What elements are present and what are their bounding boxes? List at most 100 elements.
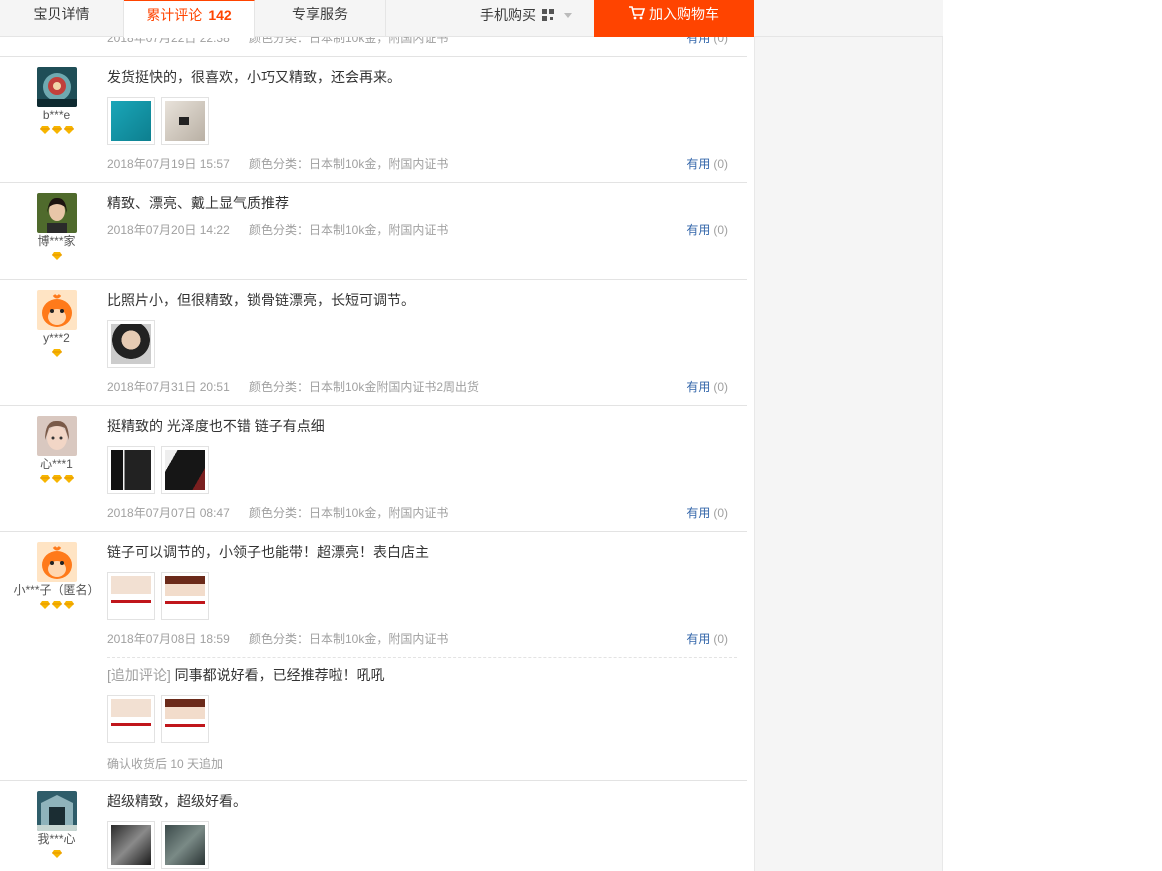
diamond-icon bbox=[39, 475, 50, 483]
tab-label: 宝贝详情 bbox=[33, 6, 90, 22]
review-meta: 2018年07月20日 14:22 颜色分类：日本制10k金，附国内证书 有用(… bbox=[107, 222, 737, 238]
review-sku: 颜色分类：日本制10k金，附国内证书 bbox=[249, 157, 449, 171]
user-name: 博***家 bbox=[37, 234, 76, 248]
review-count: 142 bbox=[208, 7, 232, 23]
cart-icon bbox=[629, 6, 645, 20]
diamond-icon bbox=[63, 601, 74, 609]
useful-count: (0) bbox=[713, 632, 728, 646]
review-user: y***2 bbox=[0, 290, 113, 359]
review-date: 2018年07月20日 14:22 bbox=[107, 223, 230, 237]
review-user: b***e bbox=[0, 67, 113, 136]
user-avatar[interactable] bbox=[36, 542, 77, 582]
add-to-cart-button[interactable]: 加入购物车 bbox=[594, 0, 754, 37]
diamond-icon bbox=[63, 475, 74, 483]
useful-button[interactable]: 有用 (0) bbox=[686, 505, 728, 521]
user-level-badge bbox=[0, 850, 113, 860]
review-sku: 颜色分类：日本制10k金附国内证书2周出货 bbox=[249, 380, 480, 394]
user-avatar[interactable] bbox=[36, 67, 77, 107]
tab-services[interactable]: 专享服务 bbox=[255, 0, 386, 37]
review-meta: 2018年07月31日 20:51 颜色分类：日本制10k金附国内证书2周出货 … bbox=[107, 379, 737, 395]
review-text: 挺精致的 光泽度也不错 链子有点细 bbox=[107, 418, 325, 434]
user-avatar[interactable] bbox=[36, 193, 77, 233]
append-review-text: [追加评论] 同事都说好看，已经推荐啦！吼吼 bbox=[107, 665, 737, 685]
diamond-icon bbox=[51, 349, 62, 357]
mobile-buy-button[interactable]: 手机购买 bbox=[480, 0, 572, 37]
user-avatar[interactable] bbox=[36, 290, 77, 330]
useful-button[interactable]: 有用 (0) bbox=[686, 631, 728, 647]
review-date: 2018年07月31日 20:51 bbox=[107, 380, 230, 394]
review-photo[interactable] bbox=[161, 821, 209, 869]
review-date: 2018年07月08日 18:59 bbox=[107, 632, 230, 646]
review-item: b***e 发货挺快的，很喜欢，小巧又精致，还会再来。 2018年07月19日 … bbox=[0, 57, 747, 183]
append-review-photos bbox=[107, 695, 737, 743]
detail-tab-bar: 宝贝详情 累计评论 142 专享服务 手机购买 加入购物车 bbox=[0, 0, 943, 38]
review-photo[interactable] bbox=[107, 97, 155, 145]
useful-label: 有用 bbox=[686, 506, 711, 520]
user-level-badge bbox=[0, 126, 113, 136]
review-photo[interactable] bbox=[107, 320, 155, 368]
useful-label: 有用 bbox=[686, 380, 711, 394]
tab-label: 专享服务 bbox=[292, 6, 348, 22]
review-photo[interactable] bbox=[107, 695, 155, 743]
append-review-note: 确认收货后 10 天追加 bbox=[107, 757, 224, 771]
review-photo[interactable] bbox=[161, 97, 209, 145]
useful-button[interactable]: 有用 (0) bbox=[686, 222, 728, 238]
user-level-badge bbox=[0, 349, 113, 359]
review-user: 我***心 bbox=[0, 791, 113, 860]
useful-count: (0) bbox=[713, 157, 728, 171]
review-user: 心***1 bbox=[0, 416, 113, 485]
diamond-icon bbox=[39, 126, 50, 134]
tab-label: 累计评论 bbox=[146, 7, 203, 23]
diamond-icon bbox=[63, 126, 74, 134]
tab-reviews[interactable]: 累计评论 142 bbox=[124, 0, 255, 38]
review-text: 发货挺快的，很喜欢，小巧又精致，还会再来。 bbox=[107, 69, 401, 85]
review-item: 小***子（匿名） 链子可以调节的，小领子也能带！超漂亮！表白店主 2018年0… bbox=[0, 532, 747, 781]
right-sidebar-panel bbox=[754, 0, 943, 871]
useful-button[interactable]: 有用 (0) bbox=[686, 379, 728, 395]
review-sku: 颜色分类：日本制10k金，附国内证书 bbox=[249, 632, 449, 646]
review-user: 博***家 bbox=[0, 193, 113, 262]
user-name: 心***1 bbox=[40, 457, 73, 471]
user-level-badge bbox=[0, 252, 113, 262]
review-user: 小***子（匿名） bbox=[0, 542, 113, 611]
review-photo[interactable] bbox=[107, 821, 155, 869]
review-photo[interactable] bbox=[161, 695, 209, 743]
review-meta: 2018年07月19日 15:57 颜色分类：日本制10k金，附国内证书 有用(… bbox=[107, 156, 737, 172]
append-review-content: 同事都说好看，已经推荐啦！吼吼 bbox=[174, 667, 385, 683]
user-name: 我***心 bbox=[37, 832, 76, 846]
diamond-icon bbox=[39, 601, 50, 609]
useful-label: 有用 bbox=[686, 223, 711, 237]
useful-label: 有用 bbox=[686, 157, 711, 171]
review-photo[interactable] bbox=[161, 446, 209, 494]
review-date: 2018年07月19日 15:57 bbox=[107, 157, 230, 171]
review-photo[interactable] bbox=[107, 572, 155, 620]
review-photos bbox=[107, 572, 737, 620]
append-review: [追加评论] 同事都说好看，已经推荐啦！吼吼 确认收货后 10 天追加 bbox=[107, 657, 737, 772]
review-item: y***2 比照片小，但很精致，锁骨链漂亮，长短可调节。 2018年07月31日… bbox=[0, 280, 747, 406]
user-avatar[interactable] bbox=[36, 416, 77, 456]
review-item: 博***家 精致、漂亮、戴上显气质推荐 2018年07月20日 14:22 颜色… bbox=[0, 183, 747, 280]
review-text: 超级精致，超级好看。 bbox=[107, 793, 247, 809]
diamond-icon bbox=[51, 126, 62, 134]
review-photos bbox=[107, 97, 737, 145]
user-level-badge bbox=[0, 601, 113, 611]
review-item: 心***1 挺精致的 光泽度也不错 链子有点细 2018年07月07日 08:4… bbox=[0, 406, 747, 532]
useful-button[interactable]: 有用 (0) bbox=[686, 156, 728, 172]
chevron-down-icon bbox=[564, 13, 572, 18]
review-photo[interactable] bbox=[161, 572, 209, 620]
mobile-buy-label: 手机购买 bbox=[480, 7, 536, 23]
review-item: 我***心 超级精致，超级好看。 bbox=[0, 781, 747, 871]
review-sku: 颜色分类：日本制10k金，附国内证书 bbox=[249, 223, 449, 237]
diamond-icon bbox=[51, 850, 62, 858]
user-level-badge bbox=[0, 475, 113, 485]
user-name: b***e bbox=[42, 108, 71, 122]
user-avatar[interactable] bbox=[36, 791, 77, 831]
review-photos bbox=[107, 446, 737, 494]
review-meta: 2018年07月07日 08:47 颜色分类：日本制10k金，附国内证书 有用(… bbox=[107, 505, 737, 521]
review-sku: 颜色分类：日本制10k金，附国内证书 bbox=[249, 506, 449, 520]
user-name: 小***子（匿名） bbox=[13, 583, 100, 597]
tab-item-details[interactable]: 宝贝详情 bbox=[0, 0, 124, 37]
review-photo[interactable] bbox=[107, 446, 155, 494]
append-review-tag: [追加评论] bbox=[107, 667, 171, 683]
useful-count: (0) bbox=[713, 223, 728, 237]
